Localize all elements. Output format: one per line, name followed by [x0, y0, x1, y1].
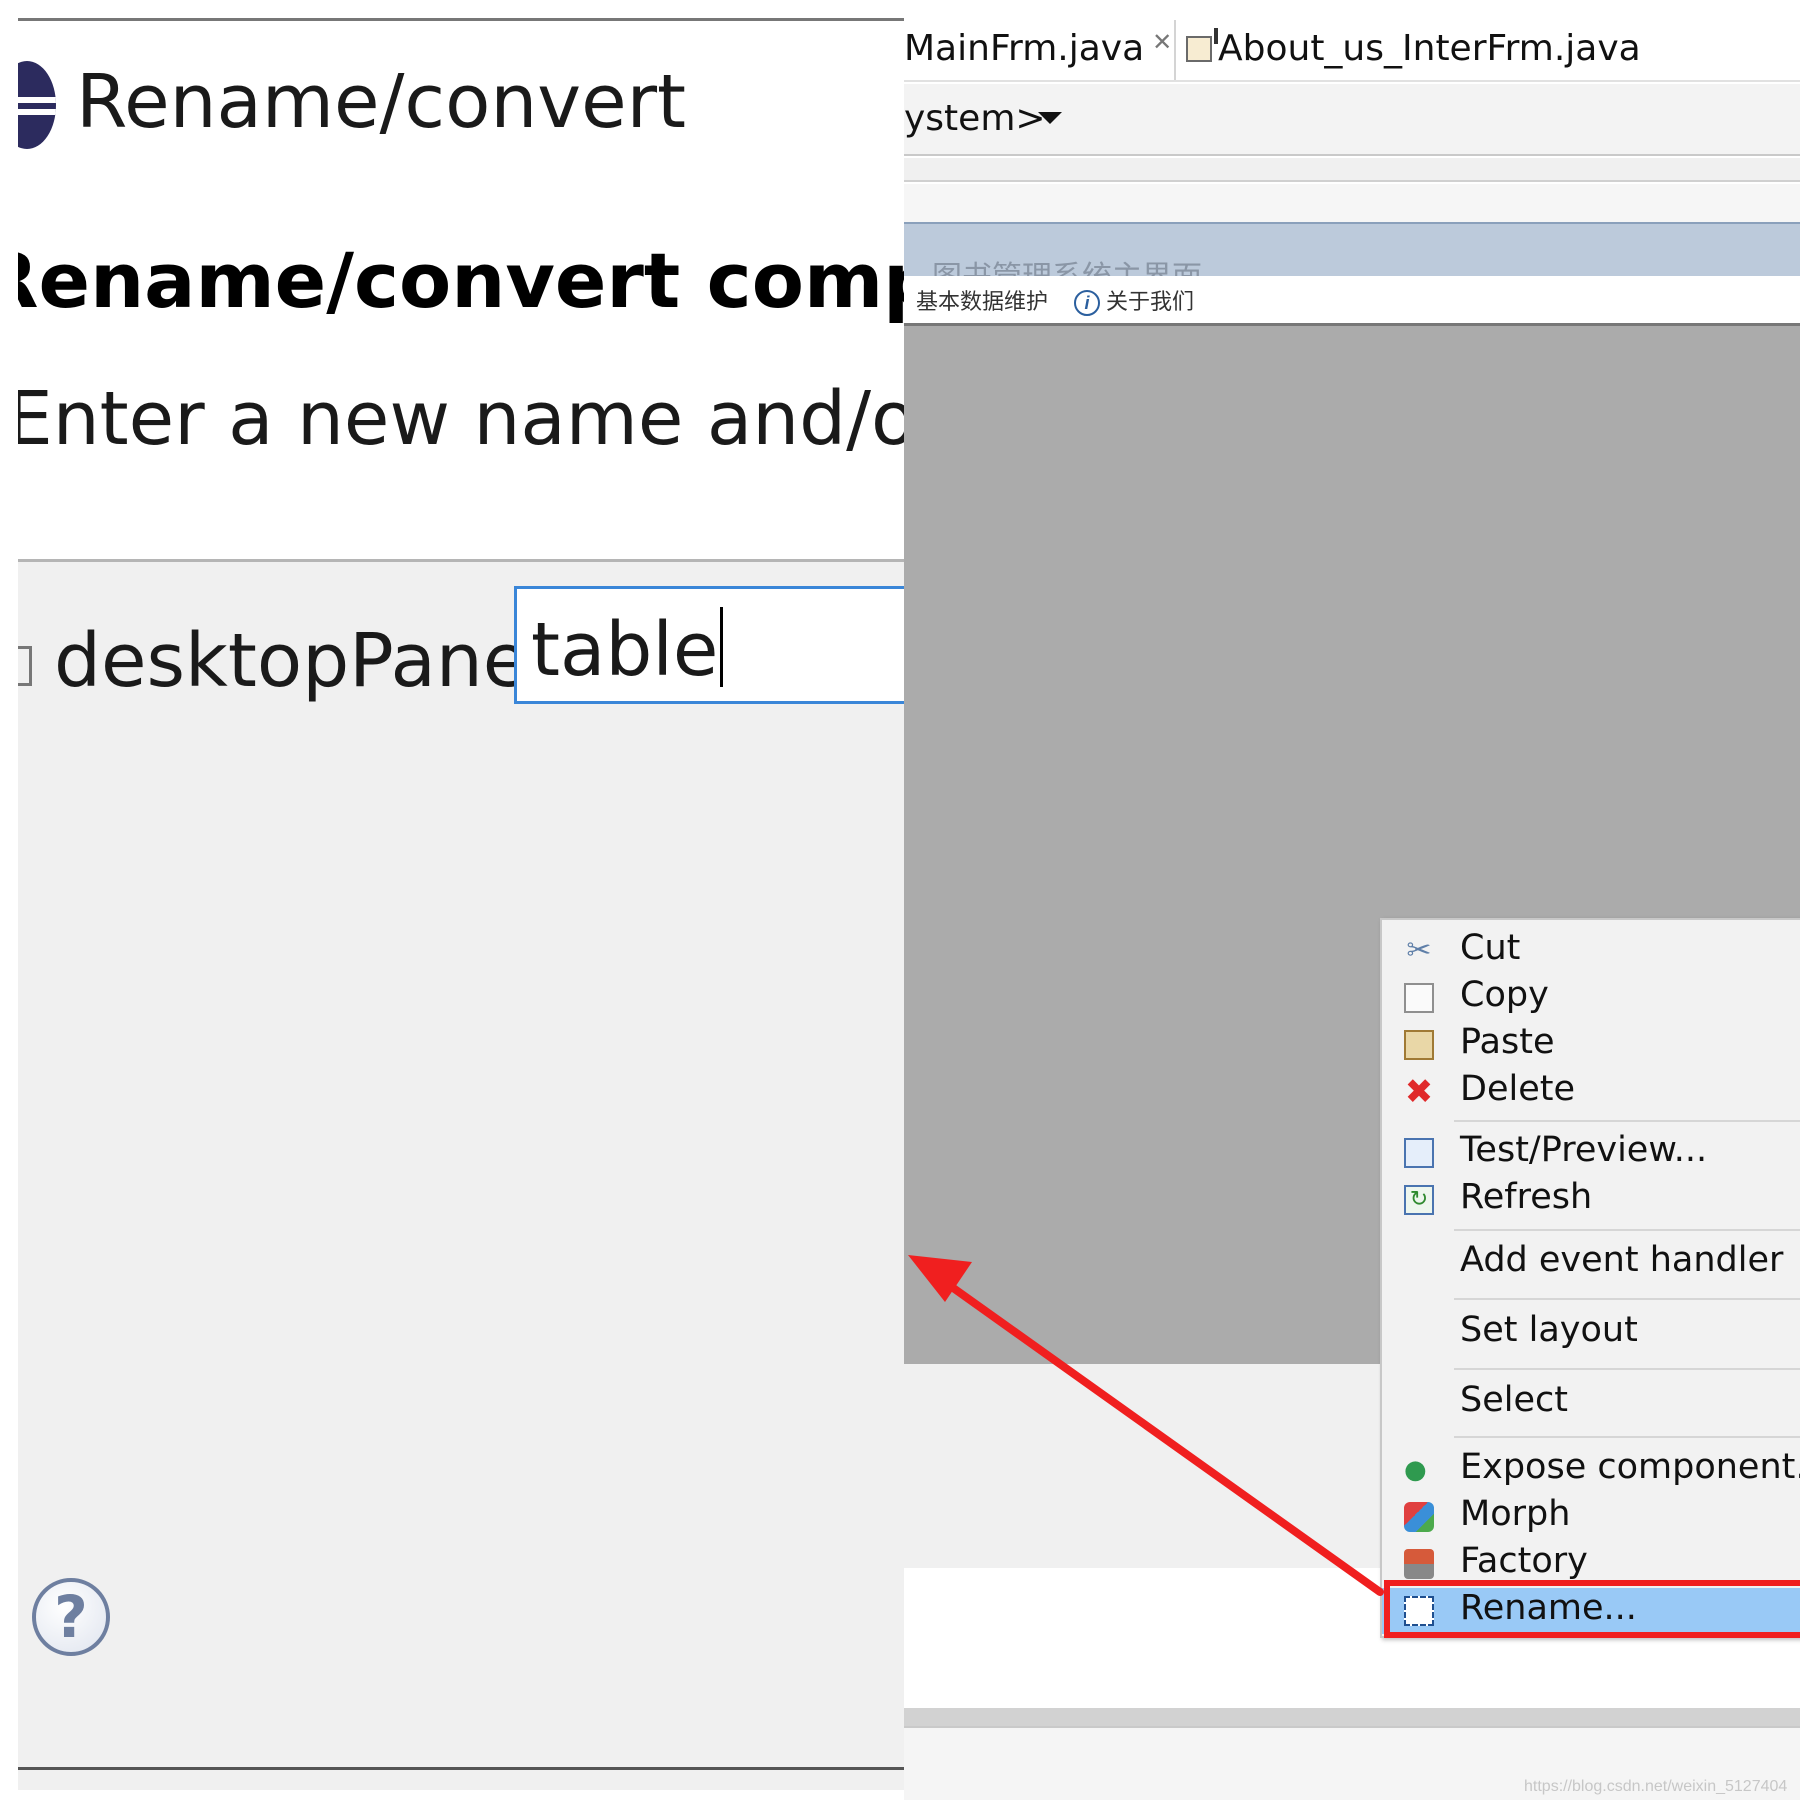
annotation-arrow: [908, 1255, 1384, 1596]
annotation-arrow-shaft: [931, 1271, 1384, 1596]
